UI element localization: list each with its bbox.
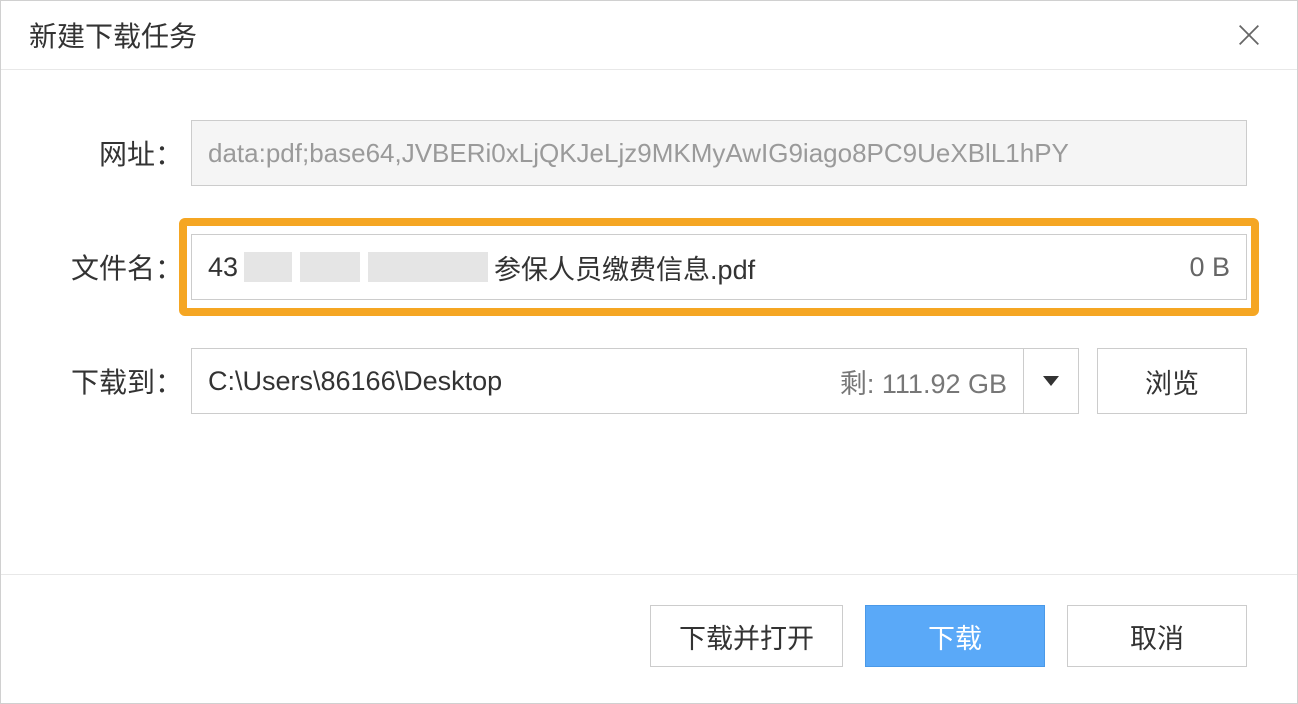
dialog-title: 新建下载任务	[29, 15, 197, 55]
url-label: 网址：	[51, 133, 191, 173]
redacted-block	[300, 252, 360, 282]
titlebar: 新建下载任务	[1, 1, 1297, 70]
path-remaining-space: 剩: 111.92 GB	[840, 362, 1007, 401]
filename-label: 文件名：	[51, 247, 191, 287]
download-button[interactable]: 下载	[865, 605, 1045, 667]
path-value: C:\Users\86166\Desktop	[208, 366, 502, 397]
url-row: 网址： data:pdf;base64,JVBERi0xLjQKJeLjz9MK…	[51, 120, 1247, 186]
chevron-down-icon	[1043, 376, 1059, 386]
browse-button[interactable]: 浏览	[1097, 348, 1247, 414]
dialog-body: 网址： data:pdf;base64,JVBERi0xLjQKJeLjz9MK…	[1, 70, 1297, 574]
filename-prefix: 43	[208, 252, 238, 283]
close-icon	[1235, 21, 1263, 49]
url-input[interactable]: data:pdf;base64,JVBERi0xLjQKJeLjz9MKMyAw…	[191, 120, 1247, 186]
url-value: data:pdf;base64,JVBERi0xLjQKJeLjz9MKMyAw…	[208, 138, 1069, 169]
redacted-block	[244, 252, 292, 282]
close-button[interactable]	[1229, 15, 1269, 55]
filename-suffix: 参保人员缴费信息.pdf	[494, 248, 755, 287]
download-and-open-label: 下载并打开	[679, 617, 814, 656]
cancel-label: 取消	[1130, 617, 1184, 656]
filesize-value: 0 B	[1189, 252, 1230, 283]
filename-row: 文件名： 43 参保人员缴费信息.pdf	[51, 234, 1247, 300]
filename-redacted-area	[244, 252, 488, 282]
filename-value: 43 参保人员缴费信息.pdf	[208, 248, 755, 287]
download-label: 下载	[928, 617, 982, 656]
dialog-footer: 下载并打开 下载 取消	[1, 574, 1297, 703]
redacted-block	[368, 252, 488, 282]
filename-input[interactable]: 43 参保人员缴费信息.pdf 0 B	[191, 234, 1247, 300]
path-label: 下载到：	[51, 361, 191, 401]
cancel-button[interactable]: 取消	[1067, 605, 1247, 667]
download-and-open-button[interactable]: 下载并打开	[650, 605, 843, 667]
path-dropdown-button[interactable]	[1023, 348, 1079, 414]
browse-label: 浏览	[1145, 362, 1199, 401]
download-dialog: 新建下载任务 网址： data:pdf;base64,JVBERi0xLjQKJ…	[0, 0, 1298, 704]
path-input[interactable]: C:\Users\86166\Desktop 剩: 111.92 GB	[191, 348, 1023, 414]
path-row: 下载到： C:\Users\86166\Desktop 剩: 111.92 GB…	[51, 348, 1247, 414]
